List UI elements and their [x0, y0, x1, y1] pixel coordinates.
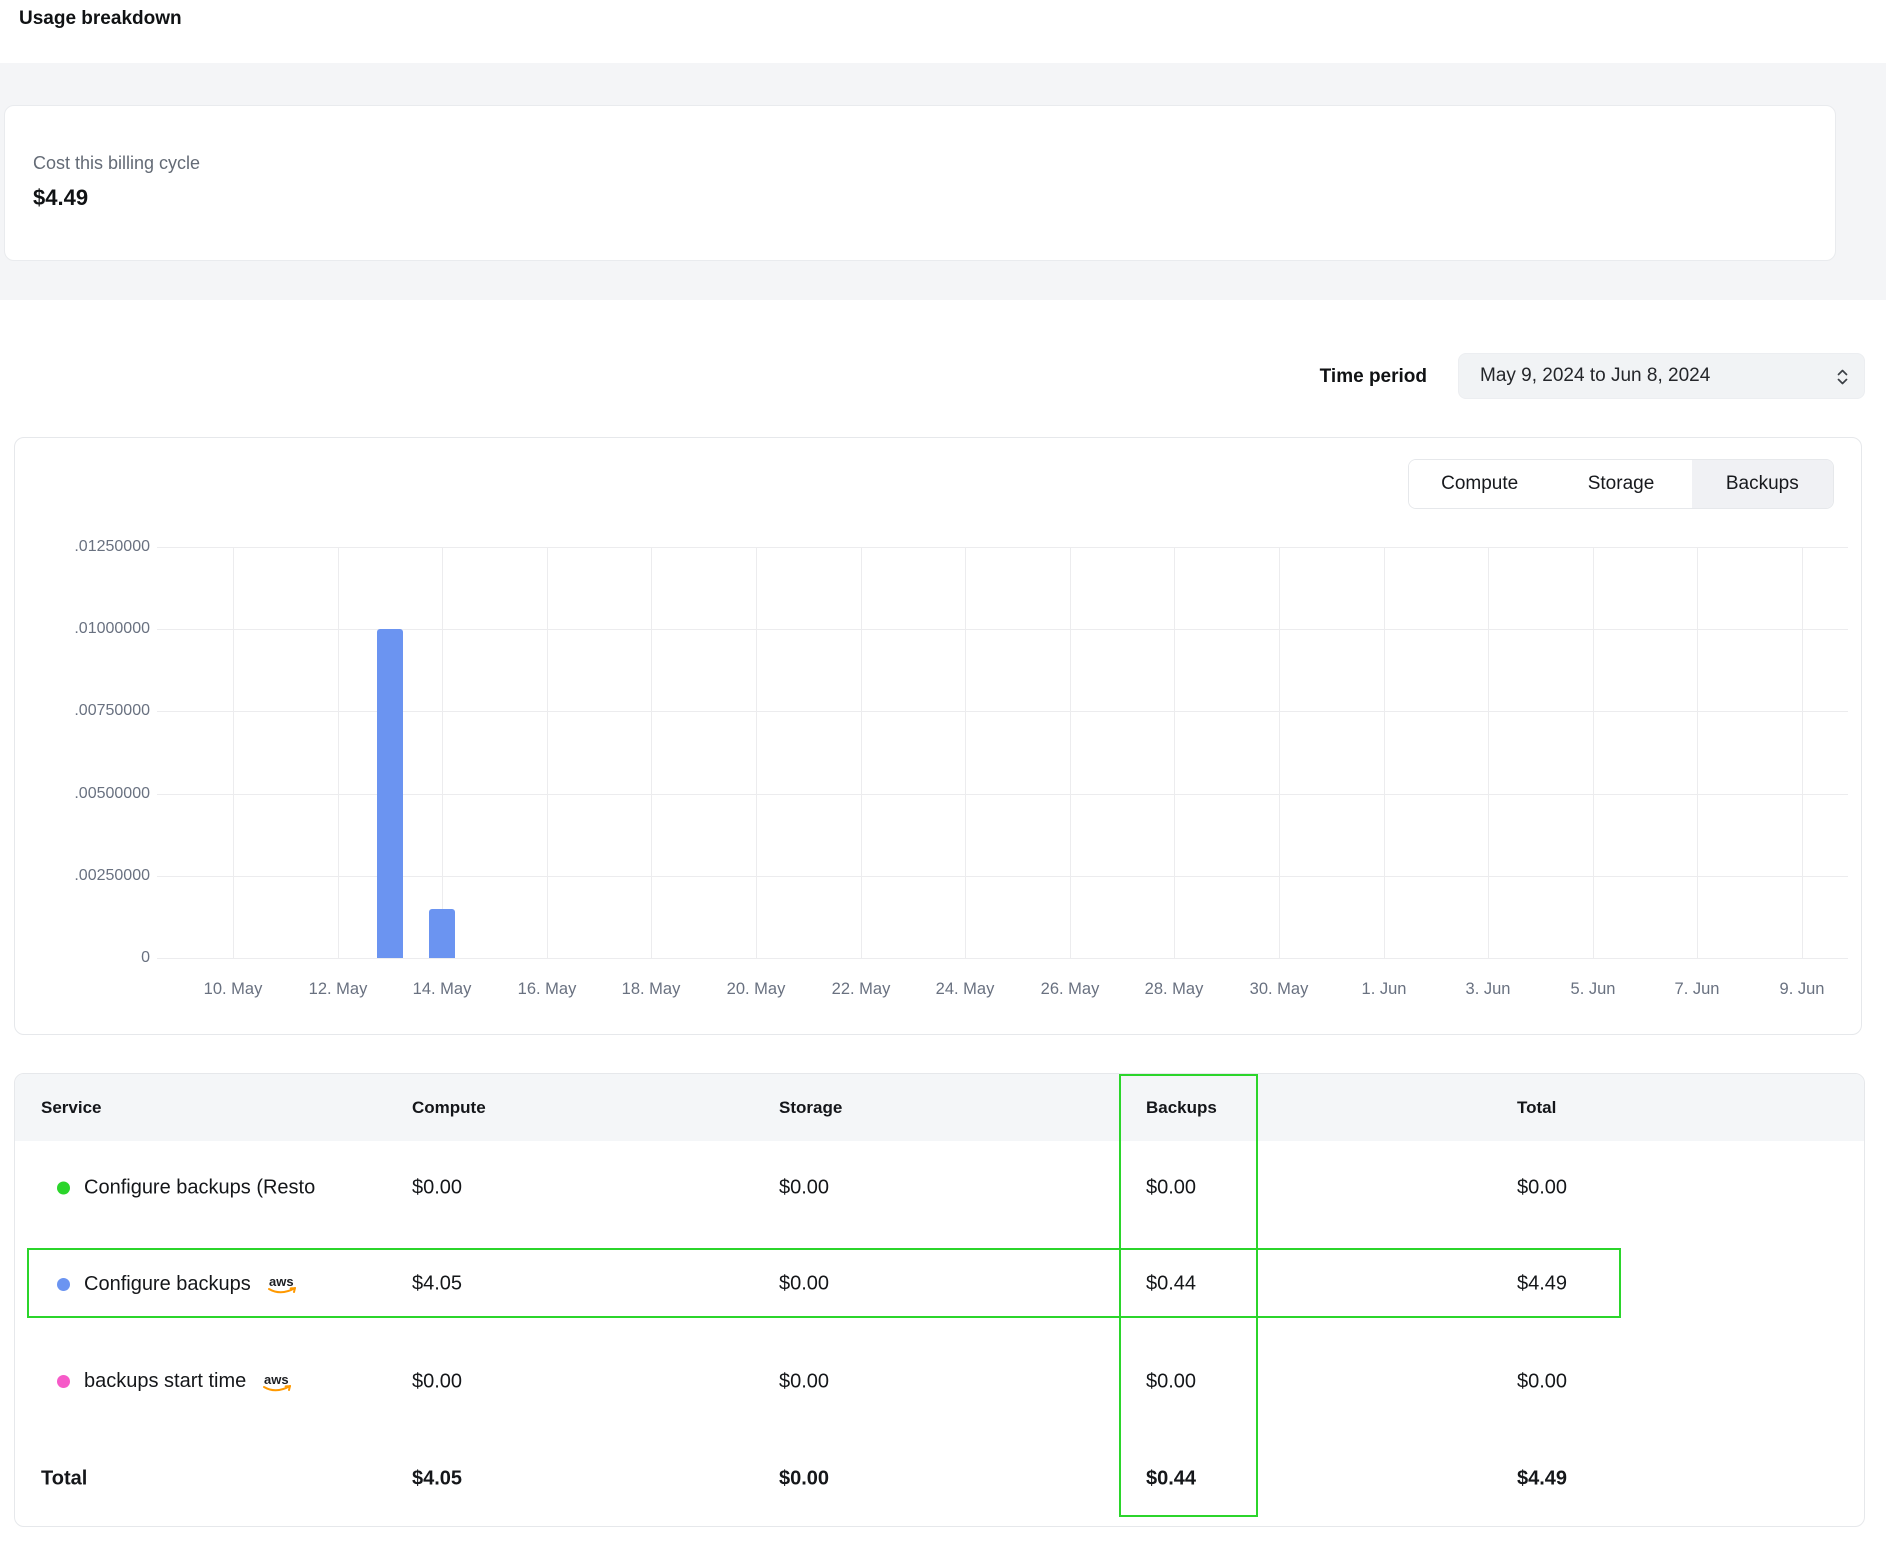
series-dot-pink [57, 1375, 70, 1388]
billing-cycle-cost-value: $4.49 [33, 185, 88, 211]
x-axis-tick-label: 20. May [708, 980, 804, 999]
gridline-horizontal [157, 958, 1848, 959]
series-dot-green [57, 1182, 70, 1195]
billing-cycle-cost-label: Cost this billing cycle [33, 153, 200, 174]
aws-logo-icon: aws [265, 1274, 301, 1298]
x-axis-tick-label: 12. May [290, 980, 386, 999]
x-axis-tick-label: 18. May [603, 980, 699, 999]
service-name: Configure backups (Resto [84, 1177, 315, 1200]
gridline-vertical [1279, 547, 1280, 958]
storage-value: $0.00 [779, 1273, 829, 1296]
gridline-vertical [756, 547, 757, 958]
chart-bar[interactable] [429, 909, 455, 958]
chart-metric-tabs: Compute Storage Backups [1408, 459, 1834, 509]
gridline-vertical [547, 547, 548, 958]
storage-value: $0.00 [779, 1177, 829, 1200]
column-header-service: Service [41, 1074, 102, 1141]
gridline-vertical [1384, 547, 1385, 958]
service-name: Configure backups [84, 1273, 251, 1296]
grand-total: $4.49 [1517, 1468, 1567, 1491]
y-axis-tick-label: .00250000 [38, 867, 150, 885]
gridline-horizontal [157, 547, 1848, 548]
gridline-vertical [861, 547, 862, 958]
usage-chart-card [14, 437, 1862, 1035]
summary-band: Cost this billing cycle $4.49 [0, 63, 1886, 300]
x-axis-tick-label: 14. May [394, 980, 490, 999]
service-name: backups start time [84, 1370, 246, 1393]
compute-value: $0.00 [412, 1370, 462, 1393]
y-axis-tick-label: 0 [38, 949, 150, 967]
billing-cycle-cost-card: Cost this billing cycle $4.49 [4, 105, 1836, 261]
backups-value: $0.00 [1146, 1370, 1196, 1393]
gridline-vertical [1174, 547, 1175, 958]
table-row-highlighted: Configure backups aws $4.05 $0.00 $0.44 … [15, 1235, 1864, 1333]
x-axis-tick-label: 9. Jun [1754, 980, 1850, 999]
backups-value: $0.00 [1146, 1177, 1196, 1200]
column-header-total: Total [1517, 1074, 1556, 1141]
gridline-vertical [965, 547, 966, 958]
gridline-vertical [338, 547, 339, 958]
x-axis-tick-label: 3. Jun [1440, 980, 1536, 999]
compute-total: $4.05 [412, 1468, 462, 1491]
x-axis-tick-label: 22. May [813, 980, 909, 999]
y-axis-tick-label: .00500000 [38, 785, 150, 803]
total-row-label: Total [41, 1468, 87, 1491]
gridline-horizontal [157, 794, 1848, 795]
storage-value: $0.00 [779, 1370, 829, 1393]
tab-compute[interactable]: Compute [1409, 460, 1550, 508]
x-axis-tick-label: 24. May [917, 980, 1013, 999]
x-axis-tick-label: 30. May [1231, 980, 1327, 999]
column-header-compute: Compute [412, 1074, 486, 1141]
y-axis-tick-label: .01000000 [38, 620, 150, 638]
svg-text:aws: aws [264, 1372, 289, 1387]
gridline-vertical [1070, 547, 1071, 958]
total-value: $0.00 [1517, 1370, 1567, 1393]
table-row: backups start time aws $0.00 $0.00 $0.00… [15, 1333, 1864, 1430]
x-axis-tick-label: 28. May [1126, 980, 1222, 999]
backups-total: $0.44 [1146, 1468, 1196, 1491]
gridline-horizontal [157, 876, 1848, 877]
y-axis-tick-label: .01250000 [38, 538, 150, 556]
gridline-horizontal [157, 629, 1848, 630]
column-header-storage: Storage [779, 1074, 842, 1141]
x-axis-tick-label: 26. May [1022, 980, 1118, 999]
x-axis-tick-label: 16. May [499, 980, 595, 999]
x-axis-tick-label: 10. May [185, 980, 281, 999]
time-period-select[interactable]: May 9, 2024 to Jun 8, 2024 [1458, 353, 1865, 399]
tab-storage[interactable]: Storage [1550, 460, 1691, 508]
gridline-vertical [233, 547, 234, 958]
gridline-horizontal [157, 711, 1848, 712]
usage-breakdown-page: Usage breakdown Cost this billing cycle … [0, 0, 1886, 1548]
time-period-label: Time period [1180, 366, 1427, 388]
table-row: Configure backups (Resto $0.00 $0.00 $0.… [15, 1141, 1864, 1235]
compute-value: $4.05 [412, 1273, 462, 1296]
page-title: Usage breakdown [19, 8, 182, 30]
total-value: $0.00 [1517, 1177, 1567, 1200]
storage-total: $0.00 [779, 1468, 829, 1491]
x-axis-tick-label: 1. Jun [1336, 980, 1432, 999]
usage-table-card: Service Compute Storage Backups Total Co… [14, 1073, 1865, 1527]
x-axis-tick-label: 5. Jun [1545, 980, 1641, 999]
compute-value: $0.00 [412, 1177, 462, 1200]
y-axis-tick-label: .00750000 [38, 702, 150, 720]
aws-logo-icon: aws [260, 1372, 296, 1396]
gridline-vertical [1697, 547, 1698, 958]
time-period-value: May 9, 2024 to Jun 8, 2024 [1480, 365, 1710, 387]
gridline-vertical [1593, 547, 1594, 958]
svg-text:aws: aws [269, 1274, 294, 1289]
series-dot-blue [57, 1278, 70, 1291]
gridline-vertical [442, 547, 443, 958]
column-header-backups: Backups [1146, 1074, 1217, 1141]
table-total-row: Total $4.05 $0.00 $0.44 $4.49 [15, 1430, 1864, 1527]
table-header-row: Service Compute Storage Backups Total [15, 1074, 1864, 1141]
tab-backups[interactable]: Backups [1692, 460, 1833, 508]
up-down-chevron-icon [1835, 367, 1850, 387]
chart-bar[interactable] [377, 629, 403, 958]
x-axis-tick-label: 7. Jun [1649, 980, 1745, 999]
backups-value: $0.44 [1146, 1273, 1196, 1296]
gridline-vertical [1802, 547, 1803, 958]
gridline-vertical [651, 547, 652, 958]
gridline-vertical [1488, 547, 1489, 958]
total-value: $4.49 [1517, 1273, 1567, 1296]
